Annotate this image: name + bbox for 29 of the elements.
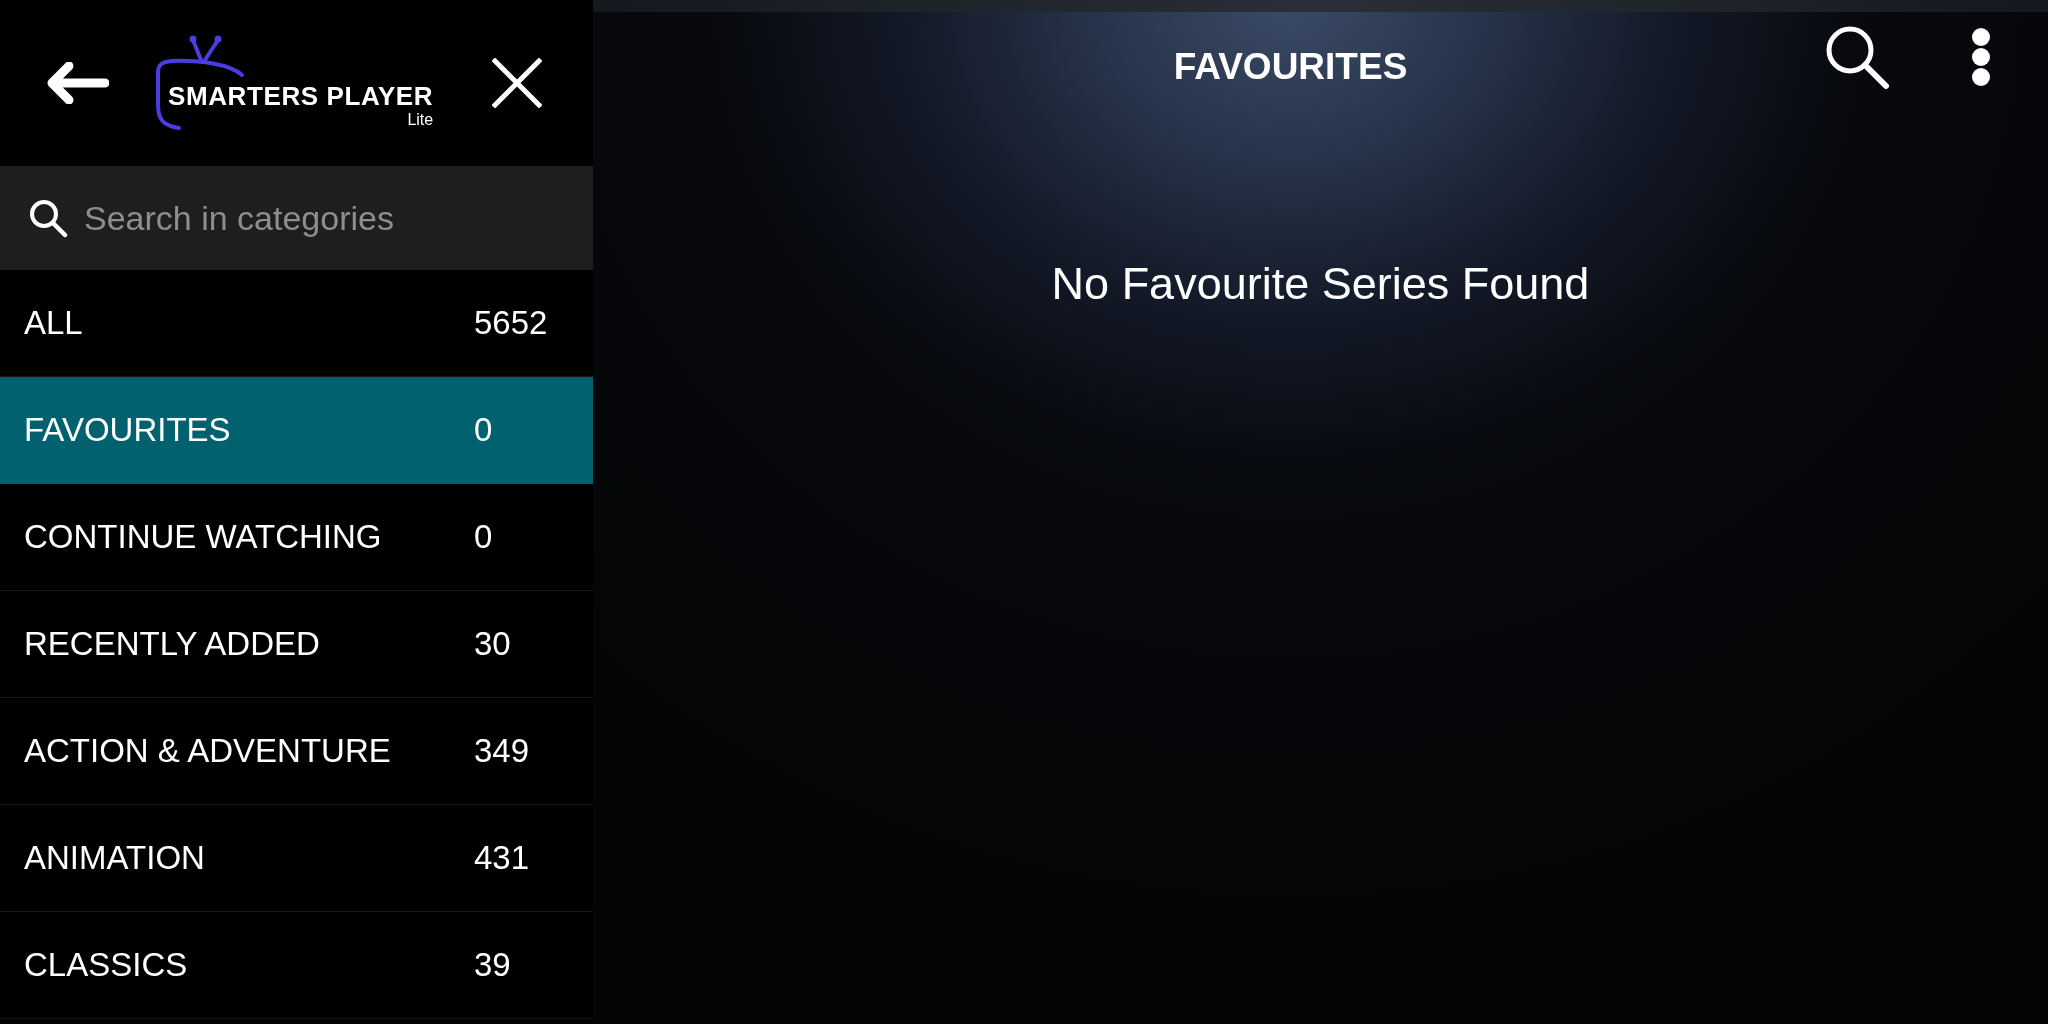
logo-subtitle: Lite — [407, 111, 434, 129]
close-button[interactable] — [492, 58, 542, 108]
search-button[interactable] — [1824, 24, 1890, 90]
category-name: ANIMATION — [24, 839, 206, 877]
arrow-left-icon — [47, 62, 109, 104]
back-button[interactable] — [47, 62, 109, 104]
category-name: CLASSICS — [24, 946, 189, 984]
category-count: 349 — [474, 732, 530, 770]
category-count: 30 — [474, 625, 511, 663]
page-title: FAVOURITES — [1173, 46, 1408, 88]
category-count: 0 — [474, 518, 493, 556]
category-count: 39 — [474, 946, 511, 984]
logo-title: SMARTERS PLAYER — [168, 83, 434, 109]
category-name: CONTINUE WATCHING — [24, 518, 383, 556]
category-count: 0 — [474, 411, 493, 449]
category-count: 5652 — [474, 304, 548, 342]
close-icon — [492, 58, 542, 108]
category-name: RECENTLY ADDED — [24, 625, 321, 663]
category-count: 431 — [474, 839, 530, 877]
category-row[interactable]: FAVOURITES 0 — [0, 377, 593, 484]
search-field[interactable]: Search in categories — [0, 166, 593, 270]
category-name: ALL — [24, 304, 84, 342]
search-icon — [28, 198, 68, 238]
empty-message: No Favourite Series Found — [1051, 258, 1590, 310]
more-options-button[interactable] — [1970, 27, 1992, 87]
category-name: ACTION & ADVENTURE — [24, 732, 392, 770]
category-name: FAVOURITES — [24, 411, 232, 449]
more-options-icon — [1970, 27, 1992, 87]
search-icon — [1824, 24, 1890, 90]
